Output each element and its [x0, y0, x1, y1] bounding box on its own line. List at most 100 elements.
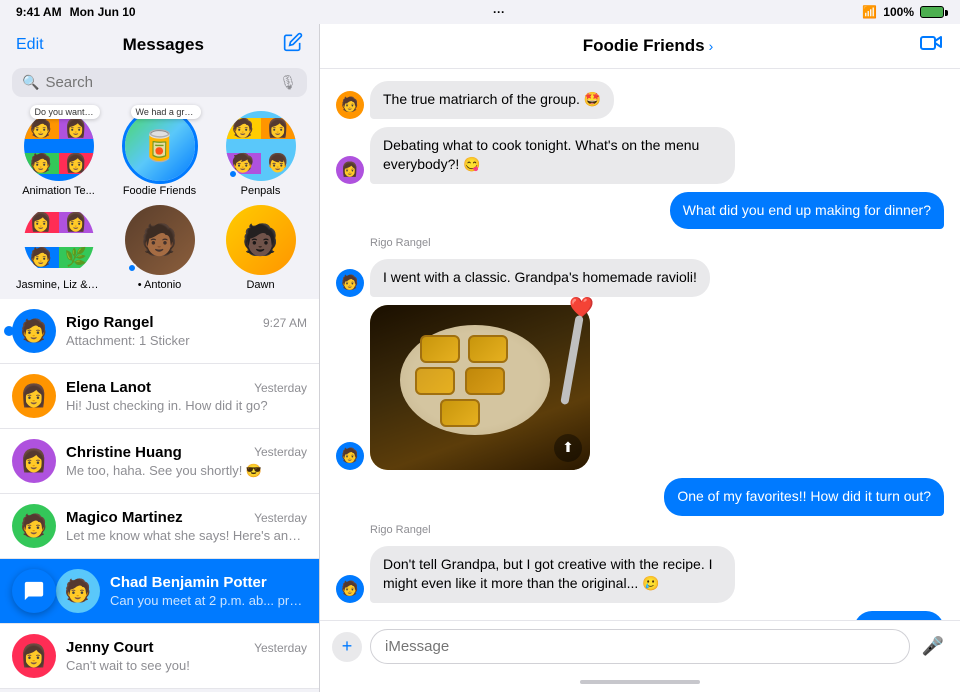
message-input-area: + 🎤: [320, 620, 960, 672]
message-bubble-7: What's your secret?: [854, 611, 944, 620]
message-input[interactable]: [370, 629, 910, 664]
conv-preview-rigo: Attachment: 1 Sticker: [66, 333, 307, 348]
pinned-item-antonio[interactable]: 🧑🏾 • Antonio: [117, 205, 202, 291]
pinned-avatar-wrapper-animation: 🧑 👩 🧑 👩 Do you want to review all the re…: [24, 111, 94, 181]
pinned-avatar-wrapper-dawn: 🧑🏿: [226, 205, 296, 275]
msg-avatar-4: 🧑: [336, 269, 364, 297]
conv-time-jenny: Yesterday: [254, 641, 307, 655]
pinned-avatar-wrapper-penpals: 🧑 👩 🧒 👦: [226, 111, 296, 181]
home-indicator: [320, 672, 960, 692]
sender-label-rigo-2: Rigo Rangel: [370, 524, 944, 536]
audio-record-button[interactable]: 🎤: [918, 632, 948, 662]
message-bubble-4: I went with a classic. Grandpa's homemad…: [370, 259, 710, 297]
share-button[interactable]: ⬆: [554, 434, 582, 462]
message-bubble-5: One of my favorites!! How did it turn ou…: [664, 478, 944, 516]
message-row-6: 🧑 Don't tell Grandpa, but I got creative…: [336, 546, 944, 603]
conversation-item-magico[interactable]: 🧑 Magico Martinez Yesterday Let me know …: [0, 494, 319, 559]
message-bubble-6: Don't tell Grandpa, but I got creative w…: [370, 546, 735, 603]
video-call-button[interactable]: [920, 34, 944, 58]
message-row-image: 🧑 ❤️: [336, 305, 944, 470]
conv-time-elena: Yesterday: [254, 381, 307, 395]
pinned-avatar-dawn: 🧑🏿: [226, 205, 296, 275]
pinned-item-penpals[interactable]: 🧑 👩 🧒 👦 Penpals: [218, 111, 303, 197]
messages-area: 🧑 The true matriarch of the group. 🤩 👩 D…: [320, 69, 960, 620]
status-time: 9:41 AM: [16, 5, 62, 19]
conv-name-rigo: Rigo Rangel: [66, 314, 154, 331]
status-bar: 9:41 AM Mon Jun 10 ··· 📶 100%: [0, 0, 960, 24]
add-attachment-button[interactable]: +: [332, 632, 362, 662]
chat-title: Foodie Friends: [583, 36, 705, 56]
pinned-label-foodie: Foodie Friends: [117, 185, 202, 197]
msg-avatar-1: 🧑: [336, 91, 364, 119]
mic-icon: 🎙: [279, 74, 297, 91]
message-row-3: What did you end up making for dinner?: [336, 192, 944, 230]
conversation-item-elena[interactable]: 👩 Elena Lanot Yesterday Hi! Just checkin…: [0, 364, 319, 429]
battery-level: 100%: [883, 5, 914, 19]
unread-dot-antonio: [127, 263, 137, 273]
message-row-7: What's your secret?: [795, 611, 944, 620]
unread-indicator-rigo: [4, 326, 14, 336]
chat-header: Foodie Friends ›: [320, 24, 960, 69]
message-row-5: One of my favorites!! How did it turn ou…: [336, 478, 944, 516]
new-message-button[interactable]: [12, 569, 56, 613]
conv-name-jenny: Jenny Court: [66, 639, 154, 656]
conv-time-magico: Yesterday: [254, 511, 307, 525]
conv-name-chad: Chad Benjamin Potter: [110, 574, 267, 591]
image-container: ❤️ ⬆: [370, 305, 590, 470]
pinned-preview-foodie: We had a great time. Home with...: [131, 105, 201, 119]
pinned-item-dawn[interactable]: 🧑🏿 Dawn: [218, 205, 303, 291]
conv-name-elena: Elena Lanot: [66, 379, 151, 396]
messages-title: Messages: [123, 35, 204, 55]
message-row-4: 🧑 I went with a classic. Grandpa's homem…: [336, 259, 944, 297]
avatar-magico: 🧑: [12, 504, 56, 548]
chevron-right-icon: ›: [709, 38, 714, 54]
message-row-1: 🧑 The true matriarch of the group. 🤩: [336, 81, 944, 119]
search-bar[interactable]: 🔍 🎙: [12, 68, 307, 97]
compose-button[interactable]: [283, 32, 303, 58]
conv-top-jenny: Jenny Court Yesterday: [66, 639, 307, 656]
edit-button[interactable]: Edit: [16, 36, 44, 54]
avatar-rigo: 🧑: [12, 309, 56, 353]
avatar-jenny: 👩: [12, 634, 56, 678]
pinned-row-2: 👩 👩 🧑 🌿 Jasmine, Liz & Rigo 🧑🏾 •: [12, 205, 307, 291]
search-input[interactable]: [45, 74, 273, 91]
conv-name-magico: Magico Martinez: [66, 509, 183, 526]
pinned-avatar-animation: 🧑 👩 🧑 👩: [24, 111, 94, 181]
pinned-item-jasmine[interactable]: 👩 👩 🧑 🌿 Jasmine, Liz & Rigo: [16, 205, 101, 291]
message-bubble-1: The true matriarch of the group. 🤩: [370, 81, 614, 119]
unread-dot-penpals: [228, 169, 238, 179]
conv-content-magico: Magico Martinez Yesterday Let me know wh…: [66, 509, 307, 543]
ravioli-3: [415, 367, 455, 395]
pinned-item-animation-team[interactable]: 🧑 👩 🧑 👩 Do you want to review all the re…: [16, 111, 101, 197]
conv-top-christine: Christine Huang Yesterday: [66, 444, 307, 461]
conv-top-magico: Magico Martinez Yesterday: [66, 509, 307, 526]
conversation-item-rigo[interactable]: 🧑 Rigo Rangel 9:27 AM Attachment: 1 Stic…: [0, 299, 319, 364]
pinned-item-foodie-friends[interactable]: 🥫 We had a great time. Home with... Food…: [117, 111, 202, 197]
pinned-row-1: 🧑 👩 🧑 👩 Do you want to review all the re…: [12, 111, 307, 197]
conversation-item-jenny[interactable]: 👩 Jenny Court Yesterday Can't wait to se…: [0, 624, 319, 689]
conv-content-christine: Christine Huang Yesterday Me too, haha. …: [66, 444, 307, 479]
conv-top-rigo: Rigo Rangel 9:27 AM: [66, 314, 307, 331]
pinned-preview-animation: Do you want to review all the rend...: [30, 105, 100, 119]
avatar-elena: 👩: [12, 374, 56, 418]
conv-content-elena: Elena Lanot Yesterday Hi! Just checking …: [66, 379, 307, 413]
message-bubble-2: Debating what to cook tonight. What's on…: [370, 127, 735, 184]
pinned-avatar-jasmine: 👩 👩 🧑 🌿: [24, 205, 94, 275]
conv-time-rigo: 9:27 AM: [263, 316, 307, 330]
chat-panel: Foodie Friends › 🧑 The true matriarch of…: [320, 24, 960, 692]
msg-avatar-image: 🧑: [336, 442, 364, 470]
conv-content-chad: Chad Benjamin Potter Can you meet at 2 p…: [110, 574, 307, 608]
search-icon: 🔍: [22, 74, 39, 91]
conv-top-elena: Elena Lanot Yesterday: [66, 379, 307, 396]
pinned-label-dawn: Dawn: [218, 279, 303, 291]
conv-time-christine: Yesterday: [254, 445, 307, 459]
chat-title-area[interactable]: Foodie Friends ›: [583, 36, 714, 56]
conv-content-jenny: Jenny Court Yesterday Can't wait to see …: [66, 639, 307, 673]
conversation-item-chad[interactable]: 🧑 Chad Benjamin Potter Can you meet at 2…: [0, 559, 319, 624]
message-group-secret: What's your secret? Read: [336, 611, 944, 620]
conversation-item-christine[interactable]: 👩 Christine Huang Yesterday Me too, haha…: [0, 429, 319, 494]
pinned-avatar-wrapper-foodie: 🥫 We had a great time. Home with...: [125, 111, 195, 181]
top-dots-indicator: ···: [493, 5, 505, 19]
pinned-avatar-wrapper-antonio: 🧑🏾: [125, 205, 195, 275]
wifi-icon: 📶: [862, 5, 877, 19]
